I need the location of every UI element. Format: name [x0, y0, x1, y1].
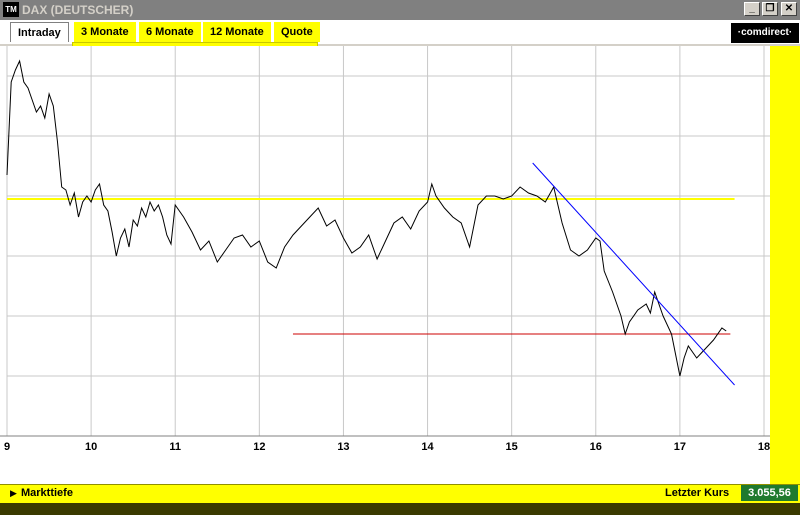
close-button[interactable]: ✕: [781, 2, 797, 16]
last-price-label: Letzter Kurs: [665, 487, 730, 499]
expand-arrow-icon[interactable]: ▶: [10, 488, 17, 499]
window-bottom-border: [0, 503, 800, 515]
minimize-button[interactable]: _: [744, 2, 760, 16]
x-tick-label: 11: [169, 441, 181, 453]
last-price-value: 3.055,56: [741, 485, 798, 501]
x-tick-label: 14: [421, 441, 434, 453]
x-tick-label: 17: [674, 441, 686, 453]
chart-area: 91011121314151617183.1403.1203.1003.0803…: [0, 46, 800, 484]
tab-12-monate[interactable]: 12 Monate: [203, 22, 271, 42]
window-title: DAX (DEUTSCHER): [22, 3, 134, 17]
tab-intraday[interactable]: Intraday: [10, 22, 69, 42]
x-tick-label: 9: [4, 441, 10, 453]
restore-button[interactable]: ❐: [762, 2, 778, 16]
app-window: TM DAX (DEUTSCHER) _ ❐ ✕ Intraday 3 Mona…: [0, 0, 800, 515]
x-tick-label: 18: [758, 441, 770, 453]
status-bar: ▶ Markttiefe Letzter Kurs: [0, 484, 800, 503]
tab-bar: Intraday 3 Monate 6 Monate 12 Monate Quo…: [0, 20, 800, 62]
tab-3-monate[interactable]: 3 Monate: [74, 22, 136, 42]
x-tick-label: 16: [590, 441, 602, 453]
x-tick-label: 13: [337, 441, 349, 453]
markttiefe-link[interactable]: Markttiefe: [21, 487, 73, 499]
x-tick-label: 12: [253, 441, 265, 453]
price-series-line: [6, 59, 727, 377]
comdirect-logo: ·comdirect·: [731, 23, 799, 43]
x-tick-label: 15: [506, 441, 518, 453]
x-tick-label: 10: [85, 441, 97, 453]
tab-quote[interactable]: Quote: [274, 22, 320, 42]
title-bar: TM DAX (DEUTSCHER) _ ❐ ✕: [0, 0, 800, 20]
tab-6-monate[interactable]: 6 Monate: [139, 22, 201, 42]
price-chart: 91011121314151617183.1403.1203.1003.0803…: [0, 46, 798, 453]
app-icon: TM: [3, 2, 19, 17]
y-axis-panel: [770, 46, 800, 484]
